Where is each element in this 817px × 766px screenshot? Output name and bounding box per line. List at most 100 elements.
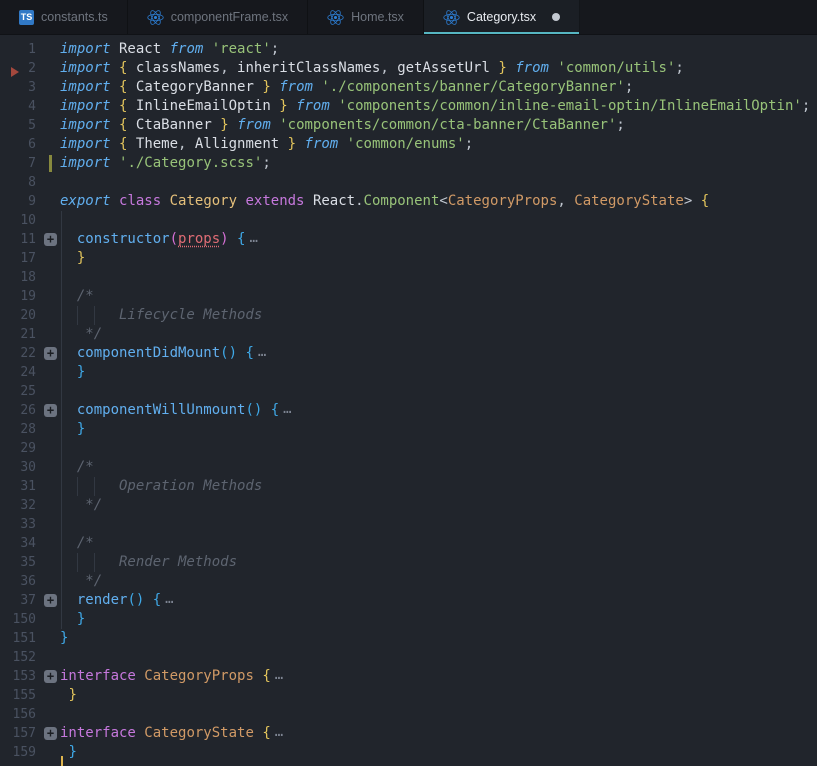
fold-gutter: +: [36, 724, 60, 743]
code-line[interactable]: 25: [0, 382, 817, 401]
code-text[interactable]: }: [60, 420, 817, 439]
code-line[interactable]: 157+interface CategoryState {…: [0, 724, 817, 743]
token: interface: [60, 725, 136, 741]
code-line[interactable]: 2import { classNames, inheritClassNames,…: [0, 59, 817, 78]
code-text[interactable]: interface CategoryState {…: [60, 724, 817, 743]
code-line[interactable]: 151}: [0, 629, 817, 648]
tab-componentFrame.tsx[interactable]: componentFrame.tsx: [128, 0, 308, 34]
code-text[interactable]: import './Category.scss';: [60, 154, 817, 173]
code-line[interactable]: 37+ render() {…: [0, 591, 817, 610]
code-line[interactable]: 22+ componentDidMount() {…: [0, 344, 817, 363]
code-line[interactable]: 155 }: [0, 686, 817, 705]
code-line[interactable]: 31 Operation Methods: [0, 477, 817, 496]
code-text[interactable]: Operation Methods: [60, 477, 817, 496]
code-text[interactable]: }: [60, 249, 817, 268]
code-line[interactable]: 7import './Category.scss';: [0, 154, 817, 173]
fold-expand-icon[interactable]: +: [44, 404, 57, 417]
code-line[interactable]: 4import { InlineEmailOptin } from 'compo…: [0, 97, 817, 116]
code-text[interactable]: }: [60, 686, 817, 705]
fold-expand-icon[interactable]: +: [44, 727, 57, 740]
code-line[interactable]: 11+ constructor(props) {…: [0, 230, 817, 249]
code-line[interactable]: 21 */: [0, 325, 817, 344]
code-line[interactable]: 159 }: [0, 743, 817, 762]
code-line[interactable]: 35 Render Methods: [0, 553, 817, 572]
code-text[interactable]: import { Theme, Allignment } from 'commo…: [60, 135, 817, 154]
token: [203, 41, 211, 57]
token: {: [262, 725, 270, 741]
tab-Category.tsx[interactable]: Category.tsx: [424, 0, 580, 34]
code-text[interactable]: [60, 515, 817, 534]
token: */: [60, 573, 102, 589]
react-icon: [443, 9, 460, 26]
code-text[interactable]: import { InlineEmailOptin } from 'compon…: [60, 97, 817, 116]
code-text[interactable]: /*: [60, 287, 817, 306]
code-text[interactable]: /*: [60, 458, 817, 477]
code-line[interactable]: 30 /*: [0, 458, 817, 477]
code-text[interactable]: [60, 382, 817, 401]
code-text[interactable]: */: [60, 496, 817, 515]
code-text[interactable]: }: [60, 743, 817, 762]
code-line[interactable]: 8: [0, 173, 817, 192]
code-line[interactable]: 34 /*: [0, 534, 817, 553]
code-line[interactable]: 10: [0, 211, 817, 230]
tab-label: Home.tsx: [351, 10, 404, 24]
code-text[interactable]: constructor(props) {…: [60, 230, 817, 249]
fold-expand-icon[interactable]: +: [44, 347, 57, 360]
tab-constants.ts[interactable]: TSconstants.ts: [0, 0, 128, 34]
code-text[interactable]: [60, 211, 817, 230]
line-number: 21: [0, 325, 36, 344]
code-text[interactable]: }: [60, 363, 817, 382]
code-text[interactable]: import React from 'react';: [60, 40, 817, 59]
code-text[interactable]: [60, 439, 817, 458]
code-line[interactable]: 19 /*: [0, 287, 817, 306]
code-text[interactable]: }: [60, 610, 817, 629]
code-text[interactable]: import { CategoryBanner } from './compon…: [60, 78, 817, 97]
code-text[interactable]: componentDidMount() {…: [60, 344, 817, 363]
code-line[interactable]: 5import { CtaBanner } from 'components/c…: [0, 116, 817, 135]
code-text[interactable]: export class Category extends React.Comp…: [60, 192, 817, 211]
code-line[interactable]: 28 }: [0, 420, 817, 439]
code-text[interactable]: [60, 705, 817, 724]
token: [111, 60, 119, 76]
fold-expand-icon[interactable]: +: [44, 233, 57, 246]
code-line[interactable]: 17 }: [0, 249, 817, 268]
code-text[interactable]: render() {…: [60, 591, 817, 610]
code-text[interactable]: import { classNames, inheritClassNames, …: [60, 59, 817, 78]
code-line[interactable]: 150 }: [0, 610, 817, 629]
code-line[interactable]: 6import { Theme, Allignment } from 'comm…: [0, 135, 817, 154]
code-editor[interactable]: 1import React from 'react';2import { cla…: [0, 35, 817, 762]
code-text[interactable]: Render Methods: [60, 553, 817, 572]
code-line[interactable]: 3import { CategoryBanner } from './compo…: [0, 78, 817, 97]
code-text[interactable]: /*: [60, 534, 817, 553]
code-line[interactable]: 29: [0, 439, 817, 458]
token: [338, 136, 346, 152]
code-text[interactable]: }: [60, 629, 817, 648]
code-line[interactable]: 33: [0, 515, 817, 534]
red-arrow-marker-icon: [11, 67, 19, 77]
code-line[interactable]: 18: [0, 268, 817, 287]
code-text[interactable]: [60, 648, 817, 667]
code-text[interactable]: */: [60, 325, 817, 344]
code-text[interactable]: import { CtaBanner } from 'components/co…: [60, 116, 817, 135]
code-text[interactable]: [60, 173, 817, 192]
code-text[interactable]: [60, 268, 817, 287]
code-text[interactable]: */: [60, 572, 817, 591]
code-line[interactable]: 26+ componentWillUnmount() {…: [0, 401, 817, 420]
code-line[interactable]: 36 */: [0, 572, 817, 591]
code-line[interactable]: 152: [0, 648, 817, 667]
tab-Home.tsx[interactable]: Home.tsx: [308, 0, 424, 34]
code-line[interactable]: 20 Lifecycle Methods: [0, 306, 817, 325]
code-text[interactable]: interface CategoryProps {…: [60, 667, 817, 686]
token: import: [60, 136, 111, 152]
fold-expand-icon[interactable]: +: [44, 670, 57, 683]
token: …: [258, 344, 266, 360]
code-line[interactable]: 1import React from 'react';: [0, 40, 817, 59]
code-line[interactable]: 32 */: [0, 496, 817, 515]
code-line[interactable]: 24 }: [0, 363, 817, 382]
code-text[interactable]: Lifecycle Methods: [60, 306, 817, 325]
fold-expand-icon[interactable]: +: [44, 594, 57, 607]
code-text[interactable]: componentWillUnmount() {…: [60, 401, 817, 420]
code-line[interactable]: 153+interface CategoryProps {…: [0, 667, 817, 686]
code-line[interactable]: 9export class Category extends React.Com…: [0, 192, 817, 211]
code-line[interactable]: 156: [0, 705, 817, 724]
